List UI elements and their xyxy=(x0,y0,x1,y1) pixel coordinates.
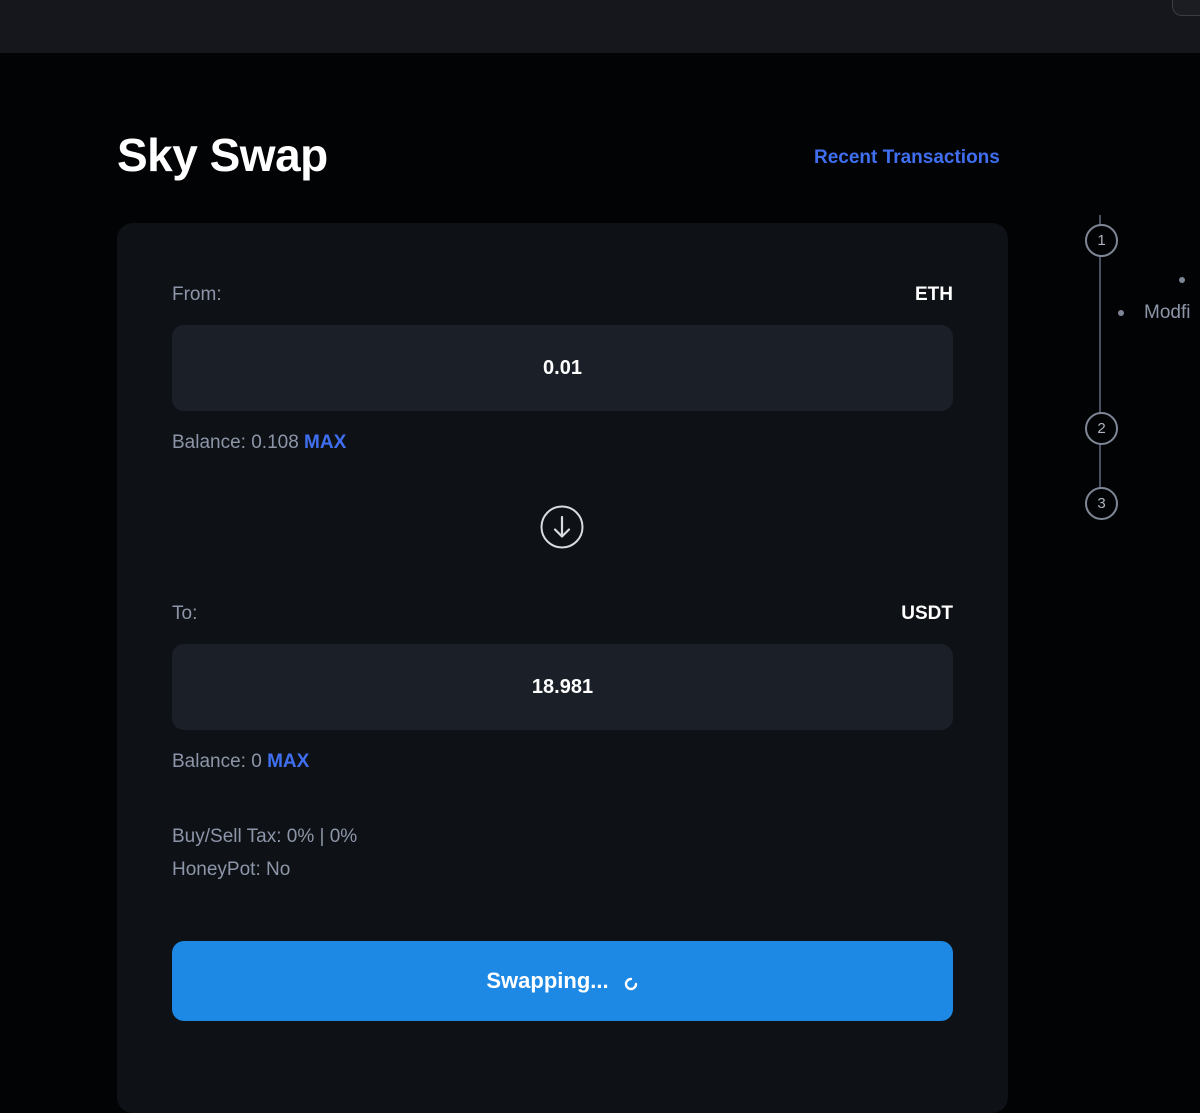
from-amount-value: 0.01 xyxy=(543,356,582,379)
step-2: 2 xyxy=(1085,412,1118,445)
tax-info: Buy/Sell Tax: 0% | 0% xyxy=(172,826,358,847)
from-amount-input[interactable]: 0.01 xyxy=(172,325,953,411)
from-balance-text: Balance: 0.108 xyxy=(172,432,299,453)
arrow-down-circle-icon xyxy=(540,505,584,549)
step-note: Modfi xyxy=(1144,302,1191,323)
swap-direction-button[interactable] xyxy=(540,505,584,549)
stepper-line xyxy=(1099,215,1101,495)
to-balance-text: Balance: 0 xyxy=(172,751,262,772)
swap-card: From: ETH 0.01 Balance: 0.108 MAX To: US… xyxy=(117,223,1008,1113)
to-max-button[interactable]: MAX xyxy=(267,751,309,772)
from-max-button[interactable]: MAX xyxy=(304,432,346,453)
swap-button[interactable]: Swapping... xyxy=(172,941,953,1021)
honeypot-info: HoneyPot: No xyxy=(172,859,291,880)
step-1: 1 xyxy=(1085,224,1118,257)
step-note-clip: Modfi xyxy=(1100,260,1200,340)
to-amount-value: 18.981 xyxy=(531,675,594,698)
from-balance: Balance: 0.108 MAX xyxy=(172,432,346,454)
to-amount-input[interactable]: 18.981 xyxy=(172,644,953,730)
page-title: Sky Swap xyxy=(117,129,328,181)
swap-button-label: Swapping... xyxy=(486,968,609,993)
from-label: From: xyxy=(172,284,222,305)
to-balance: Balance: 0 MAX xyxy=(172,751,309,773)
spinner-icon xyxy=(624,977,637,991)
to-label: To: xyxy=(172,603,198,624)
step-3: 3 xyxy=(1085,487,1118,520)
to-token[interactable]: USDT xyxy=(901,603,953,625)
top-bar-control[interactable] xyxy=(1172,0,1200,16)
recent-transactions-link[interactable]: Recent Transactions xyxy=(814,147,1000,169)
from-token[interactable]: ETH xyxy=(915,284,953,306)
top-bar xyxy=(0,0,1200,53)
